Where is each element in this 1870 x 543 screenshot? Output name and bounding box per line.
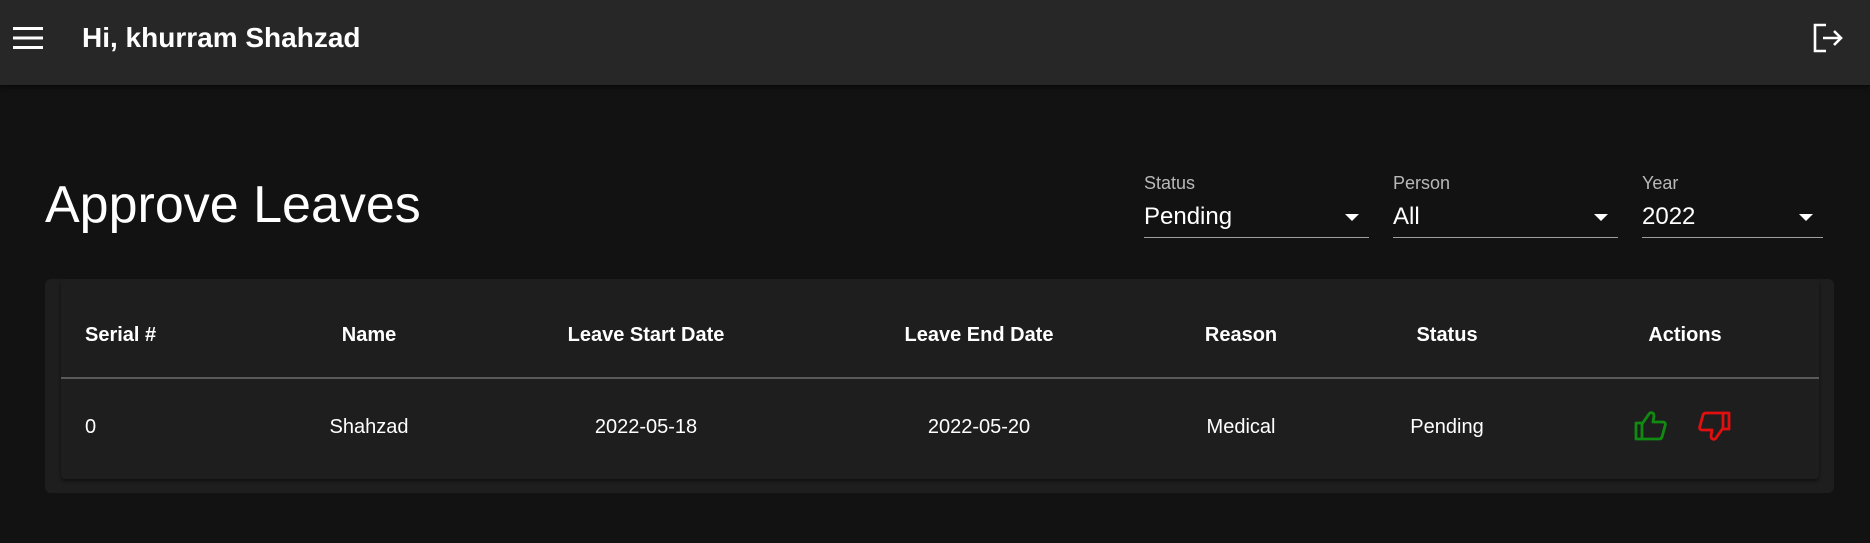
user-greeting: Hi, khurram Shahzad <box>82 22 361 53</box>
person-select-value: All <box>1393 203 1420 230</box>
status-select[interactable]: Pending <box>1144 202 1369 238</box>
dropdown-arrow-icon <box>1799 214 1813 221</box>
status-filter-label: Status <box>1144 173 1196 193</box>
logout-button[interactable] <box>1808 18 1848 58</box>
menu-button[interactable] <box>10 20 46 56</box>
person-filter: Person All <box>1393 172 1618 244</box>
year-filter-label: Year <box>1642 173 1679 193</box>
header-reason: Reason <box>1204 324 1278 346</box>
leaves-card: Serial # Name Leave Start Date Leave End… <box>45 279 1834 493</box>
header-leave-end-date: Leave End Date <box>904 324 1054 346</box>
year-select-value: 2022 <box>1642 203 1696 230</box>
person-select[interactable]: All <box>1393 202 1618 238</box>
header-actions: Actions <box>1648 324 1722 346</box>
thumbs-down-icon <box>1698 411 1731 441</box>
leaves-table: Serial # Name Leave Start Date Leave End… <box>61 279 1819 479</box>
cell-leave-end-date: 2022-05-20 <box>927 416 1031 438</box>
table-header-row: Serial # Name Leave Start Date Leave End… <box>61 279 1819 379</box>
header-serial: Serial # <box>85 324 157 346</box>
person-filter-label: Person <box>1393 173 1451 193</box>
reject-button[interactable] <box>1694 406 1734 446</box>
dropdown-arrow-icon <box>1594 214 1608 221</box>
cell-name: Shahzad <box>329 416 409 438</box>
logout-icon <box>1813 23 1843 53</box>
year-select[interactable]: 2022 <box>1642 202 1823 238</box>
header-leave-start-date: Leave Start Date <box>567 324 725 346</box>
approve-button[interactable] <box>1631 406 1671 446</box>
cell-status: Pending <box>1410 416 1484 438</box>
app-bar: Hi, khurram Shahzad <box>0 0 1870 85</box>
thumbs-up-icon <box>1634 411 1667 441</box>
year-filter: Year 2022 <box>1642 172 1823 244</box>
cell-serial: 0 <box>85 416 97 438</box>
cell-leave-start-date: 2022-05-18 <box>594 416 698 438</box>
page-title: Approve Leaves <box>45 176 421 234</box>
dropdown-arrow-icon <box>1345 214 1359 221</box>
header-status: Status <box>1416 324 1478 346</box>
cell-reason: Medical <box>1206 416 1276 438</box>
status-filter: Status Pending <box>1144 172 1369 244</box>
status-select-value: Pending <box>1144 203 1233 230</box>
header-name: Name <box>341 324 397 346</box>
menu-icon <box>13 27 43 49</box>
